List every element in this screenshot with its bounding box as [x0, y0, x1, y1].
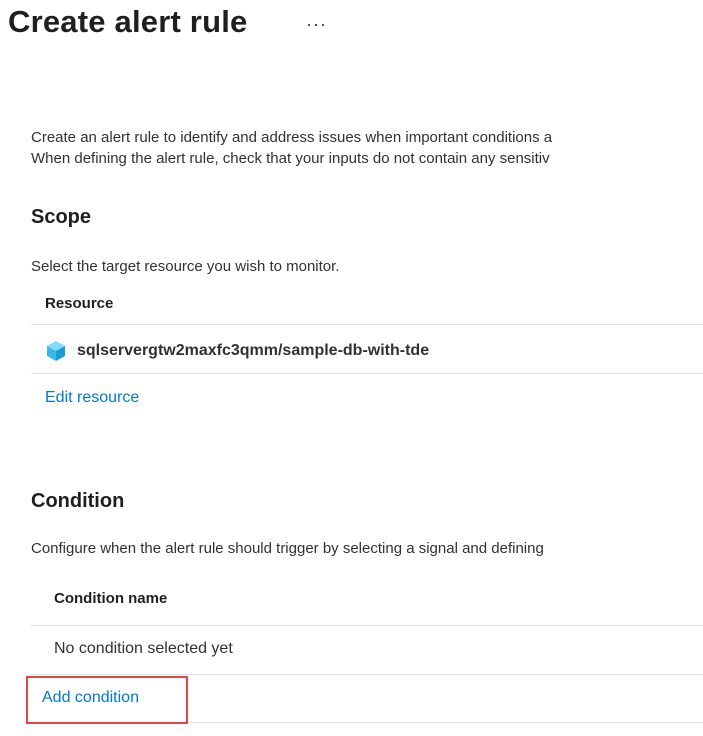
- scope-heading: Scope: [31, 206, 92, 228]
- intro-text: Create an alert rule to identify and add…: [31, 127, 552, 169]
- divider: [31, 674, 703, 675]
- intro-line-1: Create an alert rule to identify and add…: [31, 129, 553, 146]
- divider: [31, 324, 703, 325]
- scope-description: Select the target resource you wish to m…: [31, 258, 340, 275]
- edit-resource-link[interactable]: Edit resource: [45, 389, 139, 407]
- condition-name-column-header: Condition name: [54, 590, 168, 607]
- create-alert-rule-page: Create alert rule ··· Create an alert ru…: [0, 0, 703, 736]
- condition-heading: Condition: [31, 490, 125, 512]
- intro-line-2: When defining the alert rule, check that…: [31, 150, 550, 167]
- highlight-box: [26, 676, 188, 724]
- divider: [31, 373, 703, 374]
- resource-row: sqlservergtw2maxfc3qmm/sample-db-with-td…: [45, 338, 429, 364]
- resource-name: sqlservergtw2maxfc3qmm/sample-db-with-td…: [77, 342, 430, 359]
- more-options-button[interactable]: ···: [306, 14, 327, 35]
- resource-column-header: Resource: [45, 295, 114, 312]
- page-title: Create alert rule: [8, 4, 248, 39]
- condition-description: Configure when the alert rule should tri…: [31, 540, 544, 557]
- empty-condition-text: No condition selected yet: [54, 640, 233, 657]
- sql-database-icon: [45, 340, 67, 362]
- divider: [31, 625, 703, 626]
